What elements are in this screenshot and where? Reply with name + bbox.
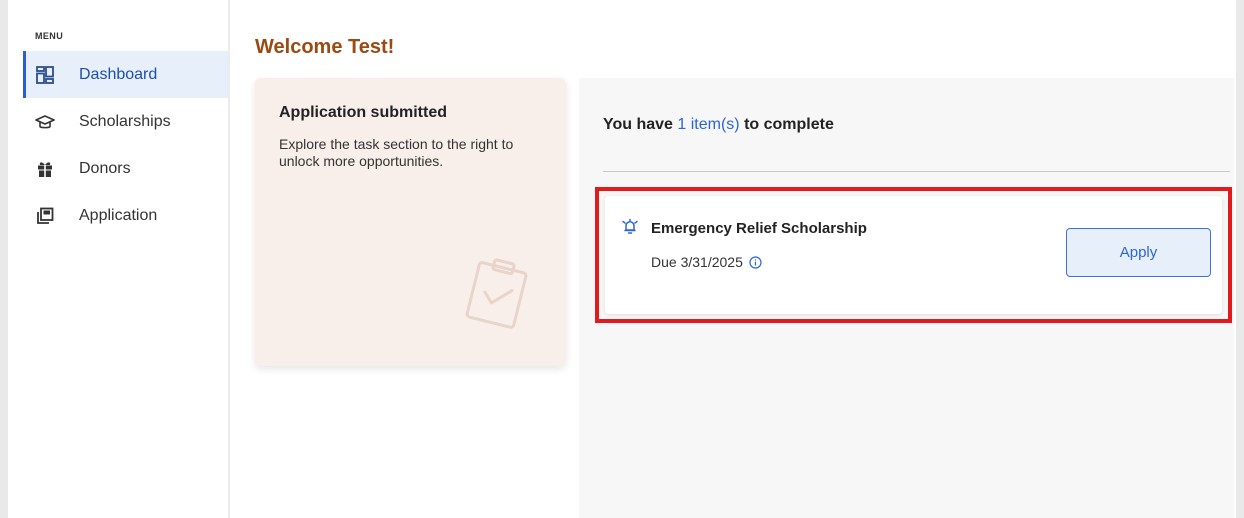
sidebar-item-label: Application bbox=[79, 206, 158, 224]
sidebar-item-label: Scholarships bbox=[79, 112, 171, 130]
dashboard-icon bbox=[35, 65, 55, 85]
task-title: Emergency Relief Scholarship bbox=[651, 220, 867, 237]
task-due: Due 3/31/2025 bbox=[651, 254, 762, 270]
menu-header: MENU bbox=[35, 31, 64, 41]
tasks-panel: You have 1 item(s) to complete Emergency… bbox=[579, 78, 1234, 518]
task-card: Emergency Relief Scholarship Due 3/31/20… bbox=[605, 196, 1222, 314]
alarm-bell-icon bbox=[621, 218, 639, 236]
status-card-title: Application submitted bbox=[279, 104, 447, 121]
info-icon[interactable] bbox=[749, 255, 762, 269]
sidebar-item-application[interactable]: Application bbox=[23, 192, 228, 239]
sidebar-item-donors[interactable]: Donors bbox=[23, 145, 228, 192]
page-title: Welcome Test! bbox=[255, 36, 395, 58]
gift-icon bbox=[35, 159, 55, 179]
status-card-body: Explore the task section to the right to… bbox=[279, 136, 514, 169]
tasks-heading-prefix: You have bbox=[603, 116, 678, 133]
tasks-count: 1 item(s) bbox=[677, 116, 740, 133]
sidebar-item-scholarships[interactable]: Scholarships bbox=[23, 98, 228, 145]
tasks-heading-suffix: to complete bbox=[739, 116, 834, 133]
sidebar-item-label: Dashboard bbox=[79, 65, 158, 83]
graduation-cap-icon bbox=[35, 112, 55, 132]
right-scrollbar[interactable] bbox=[1236, 0, 1244, 518]
apply-button[interactable]: Apply bbox=[1066, 228, 1211, 277]
status-card: Application submitted Explore the task s… bbox=[255, 78, 566, 366]
sidebar-divider bbox=[228, 0, 230, 518]
sidebar-nav: Dashboard Scholarships Donors Applicatio… bbox=[23, 51, 228, 239]
task-highlight-box: Emergency Relief Scholarship Due 3/31/20… bbox=[595, 187, 1232, 323]
sidebar-item-label: Donors bbox=[79, 159, 131, 177]
sidebar: MENU Dashboard Scholarships Donors Appli… bbox=[23, 0, 228, 518]
task-due-date: Due 3/31/2025 bbox=[651, 254, 743, 270]
sidebar-item-dashboard[interactable]: Dashboard bbox=[23, 51, 228, 98]
tasks-heading: You have 1 item(s) to complete bbox=[603, 116, 834, 134]
clipboard-check-icon bbox=[461, 253, 533, 333]
application-icon bbox=[35, 206, 55, 226]
left-gutter bbox=[0, 0, 8, 518]
tasks-divider bbox=[603, 171, 1230, 172]
